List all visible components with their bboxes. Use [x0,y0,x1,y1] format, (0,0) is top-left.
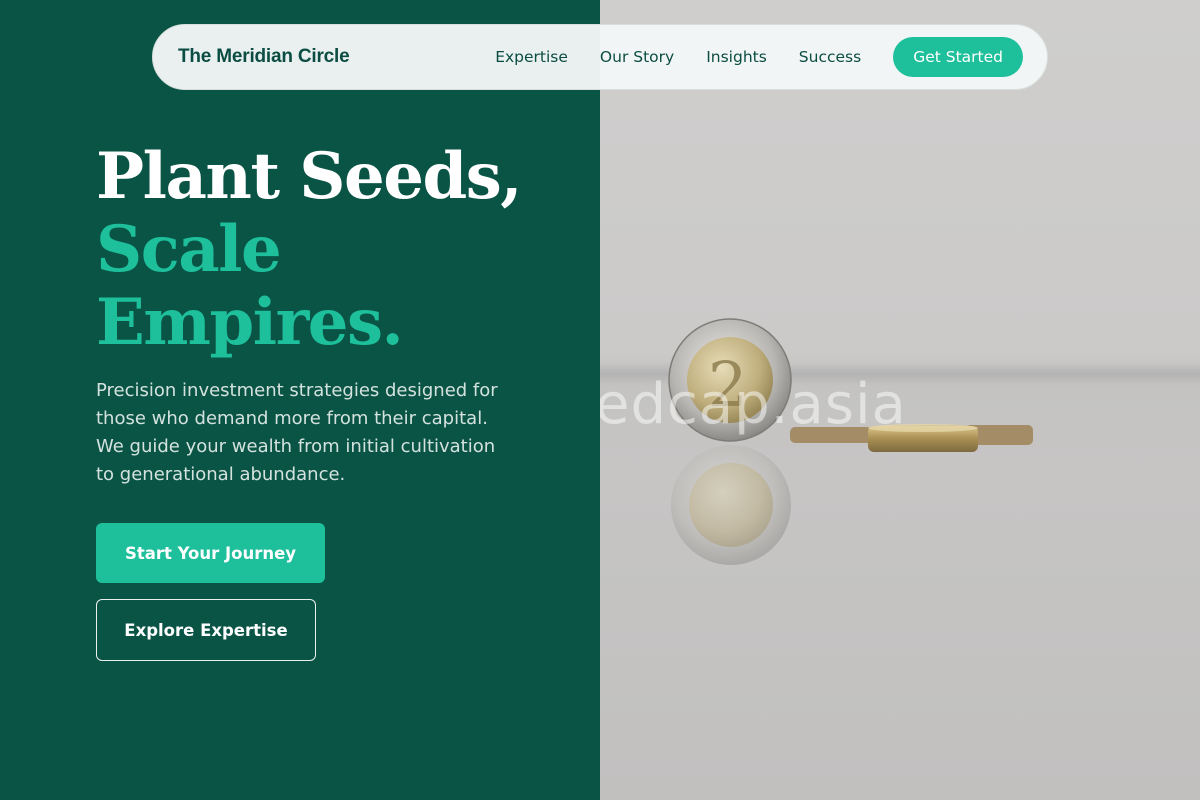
coin-reflection [671,445,791,565]
headline-line-1: Plant Seeds, [96,139,523,214]
start-journey-button[interactable]: Start Your Journey [96,523,325,583]
headline-line-3: Empires. [96,285,404,360]
hero-section: Plant Seeds, Scale Empires. Precision in… [96,140,576,489]
nav-link-success[interactable]: Success [799,48,861,66]
nav-link-expertise[interactable]: Expertise [495,48,568,66]
headline-line-2: Scale [96,212,282,287]
nav-link-insights[interactable]: Insights [706,48,767,66]
get-started-button[interactable]: Get Started [893,37,1023,77]
explore-expertise-button[interactable]: Explore Expertise [96,599,316,661]
hero-photo: 2 edcap.asia [600,0,1200,800]
nav-links: Expertise Our Story Insights Success Get… [495,37,1023,77]
hero-description: Precision investment strategies designed… [96,380,498,485]
hero-headline: Plant Seeds, Scale Empires. [96,140,576,359]
nav-link-our-story[interactable]: Our Story [600,48,674,66]
top-navbar: The Meridian Circle Expertise Our Story … [152,24,1048,90]
brand-logo[interactable]: The Meridian Circle [178,46,350,68]
photo-watermark: edcap.asia [600,372,907,437]
